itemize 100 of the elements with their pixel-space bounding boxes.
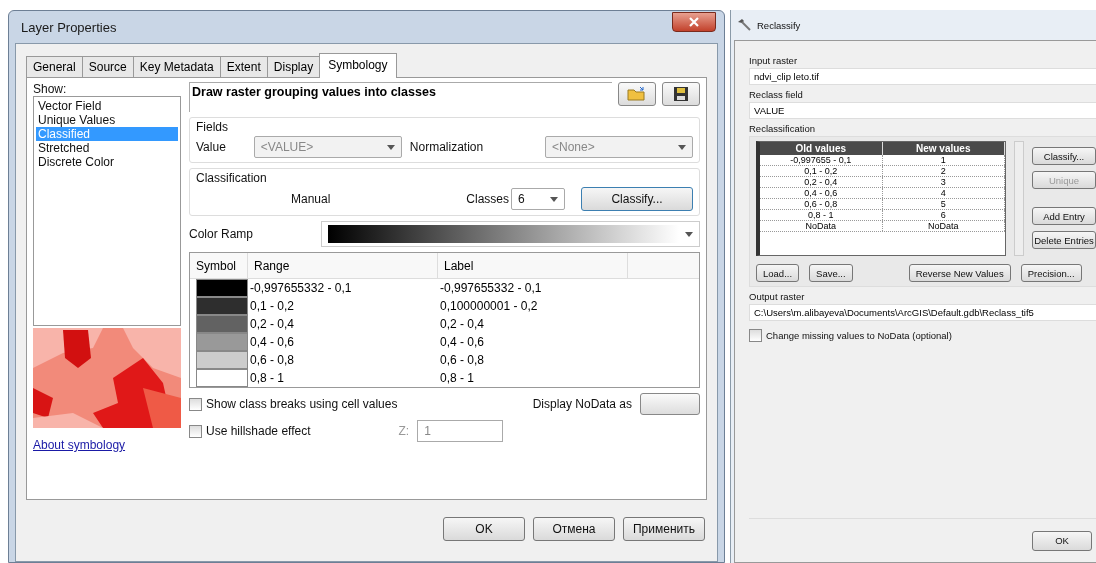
side-button[interactable]: Add Entry (1032, 207, 1096, 225)
dialog-button[interactable]: OK (443, 517, 525, 541)
new-value-cell[interactable]: 6 (882, 210, 1005, 220)
folder-icon (627, 86, 647, 102)
new-value-cell[interactable]: 2 (882, 166, 1005, 176)
new-value-cell[interactable]: 5 (882, 199, 1005, 209)
table-button[interactable]: Load... (756, 264, 800, 282)
output-raster-label: Output raster (749, 291, 806, 302)
symbol-swatch[interactable] (196, 315, 248, 333)
list-item[interactable]: Unique Values (36, 113, 178, 127)
side-button[interactable]: Delete Entries (1032, 231, 1096, 249)
caret-icon (678, 144, 686, 150)
label-cell-text: 0,6 - 0,8 (439, 353, 486, 367)
input-raster-field[interactable]: ndvi_clip leto.tif (749, 68, 1096, 85)
renderer-heading: Draw raster grouping values into classes (189, 82, 612, 112)
old-value-cell[interactable]: NoData (760, 221, 883, 231)
label-cell-text: 0,4 - 0,6 (439, 335, 486, 349)
range-cell-text: 0,6 - 0,8 (249, 353, 296, 367)
range-cell-text: 0,4 - 0,6 (249, 335, 296, 349)
open-folder-button[interactable] (618, 82, 656, 106)
label-cell-text: 0,2 - 0,4 (439, 317, 486, 331)
checkbox[interactable] (189, 397, 202, 411)
classify-button[interactable]: Classify... (581, 187, 693, 211)
symbol-swatch[interactable] (196, 369, 248, 387)
old-value-cell[interactable]: 0,1 - 0,2 (760, 166, 883, 176)
field-label: Normalization (409, 140, 484, 154)
table-button[interactable]: Save... (809, 264, 853, 282)
range-cell-text: 0,2 - 0,4 (249, 317, 296, 331)
list-item[interactable]: Stretched (36, 141, 178, 155)
window-title: Layer Properties (21, 19, 117, 35)
range-cell-text: -0,997655332 - 0,1 (249, 281, 353, 295)
caret-icon (550, 196, 558, 202)
table-button[interactable]: Reverse New Values (908, 264, 1011, 282)
new-value-cell[interactable]: NoData (882, 221, 1005, 231)
checkbox-label: Change missing values to NoData (optional) (766, 330, 952, 341)
reclass-field-dropdown[interactable]: VALUE (749, 102, 1096, 119)
scrollbar[interactable] (1014, 141, 1024, 256)
classes-label: Classes (466, 192, 509, 206)
color-ramp-label: Color Ramp (189, 227, 255, 241)
column-header[interactable]: Old values (760, 142, 883, 155)
show-label: Show: (33, 82, 68, 96)
reclass-field-label: Reclass field (749, 89, 804, 100)
dialog-button[interactable]: Отмена (533, 517, 615, 541)
symbol-swatch[interactable] (196, 297, 248, 315)
save-button[interactable] (662, 82, 700, 106)
about-symbology-link[interactable]: About symbology (33, 438, 181, 452)
window-title: Reclassify (757, 19, 801, 31)
field-label: Value (196, 140, 226, 154)
tab[interactable]: Display (266, 56, 321, 78)
group-legend: Fields (196, 120, 693, 134)
color-ramp-dropdown[interactable] (321, 221, 700, 247)
old-value-cell[interactable]: 0,8 - 1 (760, 210, 883, 220)
label-cell-text: -0,997655332 - 0,1 (439, 281, 543, 295)
caret-icon (685, 231, 693, 237)
reclassification-label: Reclassification (749, 123, 816, 134)
new-value-cell[interactable]: 4 (882, 188, 1005, 198)
symbol-swatch[interactable] (196, 279, 248, 297)
list-item[interactable]: Vector Field (36, 99, 178, 113)
close-icon (689, 17, 699, 27)
table-button[interactable]: Precision... (1020, 264, 1082, 282)
new-value-cell[interactable]: 1 (882, 155, 1005, 165)
column-header[interactable]: Label (438, 253, 628, 279)
checkbox-label: Use hillshade effect (206, 424, 311, 438)
checkbox[interactable] (749, 329, 762, 342)
group-legend: Classification (196, 171, 693, 185)
nodata-color-picker[interactable] (640, 393, 700, 415)
dialog-button[interactable]: Применить (623, 517, 705, 541)
old-value-cell[interactable]: -0,997655 - 0,1 (760, 155, 883, 165)
side-button[interactable]: Classify... (1032, 147, 1096, 165)
tab[interactable]: Key Metadata (132, 56, 221, 78)
old-value-cell[interactable]: 0,4 - 0,6 (760, 188, 883, 198)
tab[interactable]: General (26, 56, 83, 78)
symbol-swatch[interactable] (196, 333, 248, 351)
list-item[interactable]: Discrete Color (36, 155, 178, 169)
old-value-cell[interactable]: 0,2 - 0,4 (760, 177, 883, 187)
input-raster-label: Input raster (749, 55, 799, 66)
z-label: Z: (398, 424, 410, 438)
label-cell-text: 0,8 - 1 (439, 371, 476, 385)
tab[interactable]: Source (81, 56, 134, 78)
close-button[interactable] (672, 12, 716, 32)
new-value-cell[interactable]: 3 (882, 177, 1005, 187)
checkbox-label: Show class breaks using cell values (206, 397, 398, 411)
ok-button[interactable]: OK (1032, 530, 1092, 551)
method-text: Manual (291, 192, 331, 206)
classes-dropdown[interactable]: 6 (511, 188, 565, 210)
column-header[interactable]: Range (248, 253, 438, 279)
tab[interactable]: Extent (219, 56, 268, 78)
range-cell-text: 0,8 - 1 (249, 371, 286, 385)
symbol-swatch[interactable] (196, 351, 248, 369)
checkbox[interactable] (189, 424, 202, 438)
tab[interactable]: Symbology (319, 53, 397, 78)
old-value-cell[interactable]: 0,6 - 0,8 (760, 199, 883, 209)
hammer-icon (737, 18, 751, 32)
range-cell-text: 0,1 - 0,2 (249, 299, 296, 313)
z-factor-field[interactable]: 1 (417, 420, 504, 442)
output-raster-field[interactable]: C:\Users\m.alibayeva\Documents\ArcGIS\Default.gdb\Reclass_tif5 (749, 304, 1096, 321)
label-cell-text: 0,100000001 - 0,2 (439, 299, 539, 313)
column-header[interactable]: New values (882, 142, 1005, 155)
caret-icon (386, 144, 395, 150)
nodata-label: Display NoData as (532, 397, 632, 411)
